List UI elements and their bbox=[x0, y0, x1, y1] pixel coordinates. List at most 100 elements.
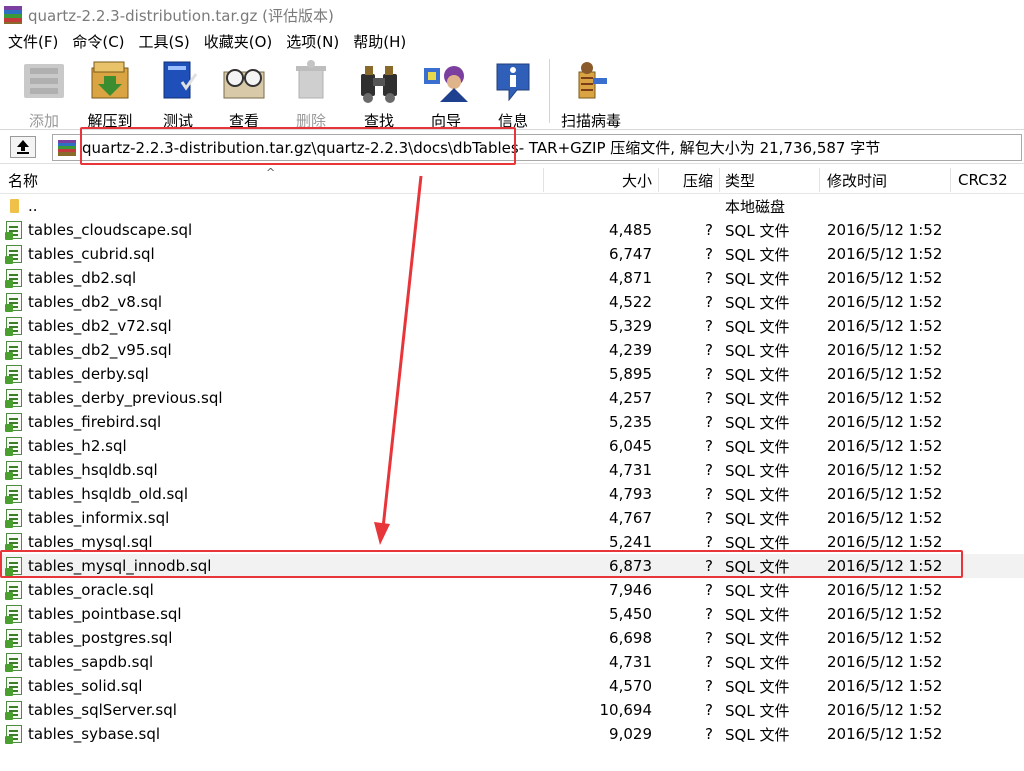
file-size: 4,522 bbox=[609, 293, 652, 311]
column-header-name[interactable]: 名称 bbox=[8, 166, 38, 194]
extract-to-button[interactable]: 解压到 bbox=[78, 56, 142, 130]
info-button[interactable]: 信息 bbox=[481, 56, 545, 130]
address-field[interactable]: quartz-2.2.3-distribution.tar.gz\quartz-… bbox=[52, 134, 1022, 161]
file-modified: 2016/5/12 1:52 bbox=[827, 317, 943, 335]
file-row[interactable]: tables_oracle.sql 7,946? SQL 文件 2016/5/12 1… bbox=[0, 578, 1024, 602]
up-folder-button[interactable] bbox=[10, 136, 36, 158]
address-path: quartz-2.2.3-distribution.tar.gz\quartz-… bbox=[82, 138, 519, 157]
file-modified: 2016/5/12 1:52 bbox=[827, 581, 943, 599]
view-button[interactable]: 查看 bbox=[212, 56, 276, 130]
sql-file-icon bbox=[5, 341, 22, 360]
column-divider[interactable] bbox=[543, 168, 544, 192]
sql-file-icon bbox=[5, 221, 22, 240]
menu-favorites[interactable]: 收藏夹(O) bbox=[197, 31, 280, 52]
sql-file-icon bbox=[5, 485, 22, 504]
file-row[interactable]: tables_sqlServer.sql 10,694? SQL 文件 2016/5/… bbox=[0, 698, 1024, 722]
file-row[interactable]: tables_cubrid.sql 6,747? SQL 文件 2016/5/12 1… bbox=[0, 242, 1024, 266]
file-packed-size: ? bbox=[705, 365, 713, 383]
file-modified: 2016/5/12 1:52 bbox=[827, 557, 943, 575]
file-row[interactable]: tables_db2_v8.sql 4,522? SQL 文件 2016/5/12 1… bbox=[0, 290, 1024, 314]
file-row[interactable]: tables_sapdb.sql 4,731? SQL 文件 2016/5/12 1:… bbox=[0, 650, 1024, 674]
menu-help[interactable]: 帮助(H) bbox=[346, 31, 413, 52]
file-row[interactable]: tables_mysql.sql 5,241? SQL 文件 2016/5/12 1:… bbox=[0, 530, 1024, 554]
file-packed-size: ? bbox=[705, 701, 713, 719]
sort-ascending-icon: ^ bbox=[266, 166, 276, 179]
sql-file-icon bbox=[5, 629, 22, 648]
archive-icon bbox=[58, 139, 76, 156]
file-row[interactable]: tables_derby.sql 5,895? SQL 文件 2016/5/12 1:… bbox=[0, 362, 1024, 386]
find-button[interactable]: 查找 bbox=[347, 56, 411, 130]
file-row[interactable]: tables_db2_v95.sql 4,239? SQL 文件 2016/5/12 … bbox=[0, 338, 1024, 362]
virus-scan-button[interactable]: 扫描病毒 bbox=[558, 56, 624, 130]
wizard-icon bbox=[420, 58, 472, 104]
file-modified: 2016/5/12 1:52 bbox=[827, 605, 943, 623]
column-divider[interactable] bbox=[950, 168, 951, 192]
sql-file-icon bbox=[5, 437, 22, 456]
menu-bar: 文件(F) 命令(C) 工具(S) 收藏夹(O) 选项(N) 帮助(H) bbox=[0, 30, 1024, 53]
file-modified: 2016/5/12 1:52 bbox=[827, 701, 943, 719]
file-type: SQL 文件 bbox=[725, 317, 790, 336]
file-type: SQL 文件 bbox=[725, 461, 790, 480]
menu-options[interactable]: 选项(N) bbox=[279, 31, 346, 52]
menu-tools[interactable]: 工具(S) bbox=[132, 31, 197, 52]
add-button[interactable]: 添加 bbox=[12, 56, 76, 130]
file-type: SQL 文件 bbox=[725, 221, 790, 240]
file-name: tables_oracle.sql bbox=[28, 581, 154, 599]
file-name: tables_cubrid.sql bbox=[28, 245, 155, 263]
delete-icon bbox=[285, 58, 337, 104]
sql-file-icon bbox=[5, 413, 22, 432]
parent-folder-row[interactable]: .. 本地磁盘 bbox=[0, 194, 1024, 218]
file-row[interactable]: tables_db2.sql 4,871? SQL 文件 2016/5/12 1:52 bbox=[0, 266, 1024, 290]
column-header-size[interactable]: 大小 bbox=[560, 166, 652, 194]
column-divider[interactable] bbox=[658, 168, 659, 192]
parent-folder-type: 本地磁盘 bbox=[725, 197, 786, 216]
file-name: tables_mysql_innodb.sql bbox=[28, 557, 212, 575]
file-row[interactable]: tables_cloudscape.sql 4,485? SQL 文件 2016/5/… bbox=[0, 218, 1024, 242]
toolbar: 添加 解压到 测试 查看 删除 查找 向导 信息 扫描病毒 bbox=[0, 53, 1024, 130]
file-size: 4,239 bbox=[609, 341, 652, 359]
file-row[interactable]: tables_firebird.sql 5,235? SQL 文件 2016/5/12… bbox=[0, 410, 1024, 434]
file-row[interactable]: tables_solid.sql 4,570? SQL 文件 2016/5/12 1:… bbox=[0, 674, 1024, 698]
column-header-crc32[interactable]: CRC32 bbox=[958, 166, 1008, 194]
file-packed-size: ? bbox=[705, 629, 713, 647]
column-header-type[interactable]: 类型 bbox=[725, 166, 755, 194]
file-modified: 2016/5/12 1:52 bbox=[827, 629, 943, 647]
file-size: 6,747 bbox=[609, 245, 652, 263]
file-row[interactable]: tables_hsqldb_old.sql 4,793? SQL 文件 2016/5/… bbox=[0, 482, 1024, 506]
sql-file-icon bbox=[5, 533, 22, 552]
file-name: tables_sqlServer.sql bbox=[28, 701, 177, 719]
file-row[interactable]: tables_pointbase.sql 5,450? SQL 文件 2016/5/1… bbox=[0, 602, 1024, 626]
file-size: 5,450 bbox=[609, 605, 652, 623]
file-name: tables_db2_v95.sql bbox=[28, 341, 172, 359]
wizard-button[interactable]: 向导 bbox=[414, 56, 478, 130]
file-row[interactable]: tables_sybase.sql 9,029? SQL 文件 2016/5/12 1… bbox=[0, 722, 1024, 746]
file-modified: 2016/5/12 1:52 bbox=[827, 725, 943, 743]
column-divider[interactable] bbox=[719, 168, 720, 192]
menu-file[interactable]: 文件(F) bbox=[0, 31, 65, 52]
file-name: tables_derby.sql bbox=[28, 365, 149, 383]
delete-button[interactable]: 删除 bbox=[279, 56, 343, 130]
file-row[interactable]: tables_postgres.sql 6,698? SQL 文件 2016/5/12… bbox=[0, 626, 1024, 650]
file-name: tables_informix.sql bbox=[28, 509, 170, 527]
column-divider[interactable] bbox=[819, 168, 820, 192]
address-summary: - TAR+GZIP 压缩文件, 解包大小为 21,736,587 字节 bbox=[518, 139, 881, 157]
file-row[interactable]: tables_mysql_innodb.sql 6,873? SQL 文件 2016/… bbox=[0, 554, 1024, 578]
file-row[interactable]: tables_h2.sql 6,045? SQL 文件 2016/5/12 1:52 bbox=[0, 434, 1024, 458]
file-row[interactable]: tables_informix.sql 4,767? SQL 文件 2016/5/12… bbox=[0, 506, 1024, 530]
file-packed-size: ? bbox=[705, 389, 713, 407]
find-icon bbox=[353, 58, 405, 104]
menu-command[interactable]: 命令(C) bbox=[65, 31, 131, 52]
file-row[interactable]: tables_hsqldb.sql 4,731? SQL 文件 2016/5/12 1… bbox=[0, 458, 1024, 482]
file-name: tables_db2_v72.sql bbox=[28, 317, 172, 335]
file-modified: 2016/5/12 1:52 bbox=[827, 389, 943, 407]
test-button[interactable]: 测试 bbox=[146, 56, 210, 130]
file-packed-size: ? bbox=[705, 533, 713, 551]
file-type: SQL 文件 bbox=[725, 365, 790, 384]
sql-file-icon bbox=[5, 557, 22, 576]
column-header-modified[interactable]: 修改时间 bbox=[827, 166, 887, 194]
file-size: 4,731 bbox=[609, 461, 652, 479]
file-packed-size: ? bbox=[705, 653, 713, 671]
column-header-packed[interactable]: 压缩 bbox=[683, 166, 713, 194]
file-row[interactable]: tables_derby_previous.sql 4,257? SQL 文件 201… bbox=[0, 386, 1024, 410]
file-row[interactable]: tables_db2_v72.sql 5,329? SQL 文件 2016/5/12 … bbox=[0, 314, 1024, 338]
